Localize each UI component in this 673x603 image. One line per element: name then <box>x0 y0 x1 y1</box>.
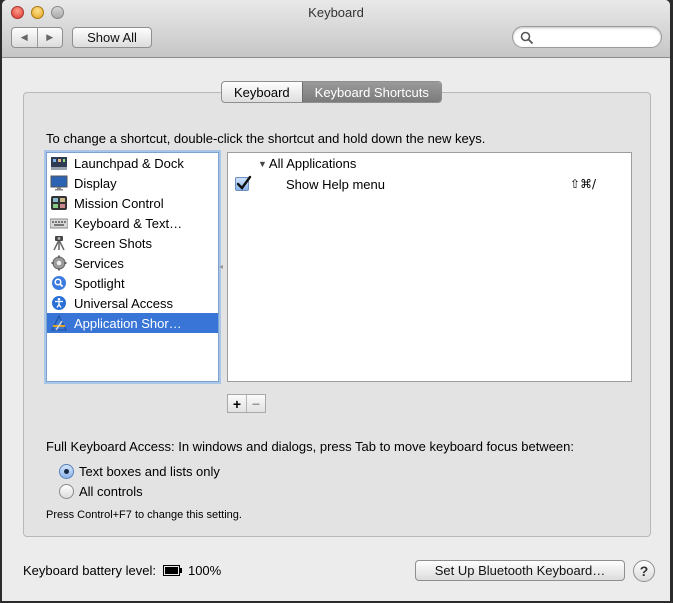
preferences-window: Keyboard ◀ ▶ Show All Keyboard Keyboard … <box>2 0 670 601</box>
tab-keyboard-shortcuts[interactable]: Keyboard Shortcuts <box>301 82 441 102</box>
battery-level: Keyboard battery level: 100% <box>23 563 221 578</box>
title-bar: Keyboard ◀ ▶ Show All <box>2 0 670 58</box>
radio-label: All controls <box>79 483 143 499</box>
category-keyboard-text[interactable]: Keyboard & Text… <box>47 213 218 233</box>
category-services[interactable]: Services <box>47 253 218 273</box>
category-application-shortcuts[interactable]: Application Shor… <box>47 313 218 333</box>
checkmark-icon <box>236 175 252 190</box>
search-input[interactable] <box>537 29 655 45</box>
app-shortcuts-icon <box>50 315 68 331</box>
setup-bluetooth-keyboard-button[interactable]: Set Up Bluetooth Keyboard… <box>415 560 625 581</box>
shortcut-row[interactable]: Show Help menu ⇧⌘/ <box>228 175 631 195</box>
category-display[interactable]: Display <box>47 173 218 193</box>
radio-text-boxes-lists[interactable]: Text boxes and lists only <box>59 462 220 480</box>
category-label: Display <box>74 175 117 191</box>
category-label: Mission Control <box>74 195 164 211</box>
full-keyboard-access-label: Full Keyboard Access: In windows and dia… <box>46 439 574 454</box>
shortcut-enabled-checkbox[interactable] <box>235 175 252 191</box>
window-title: Keyboard <box>308 5 364 20</box>
shortcut-list[interactable]: ▼ All Applications Show Help menu ⇧⌘/ <box>227 152 632 382</box>
add-shortcut-button[interactable]: + <box>228 395 246 412</box>
history-nav: ◀ ▶ <box>11 27 63 48</box>
category-spotlight[interactable]: Spotlight <box>47 273 218 293</box>
gear-icon <box>50 255 68 271</box>
screenshots-icon <box>50 235 68 251</box>
category-mission-control[interactable]: Mission Control <box>47 193 218 213</box>
radio-all-controls[interactable]: All controls <box>59 482 143 500</box>
forward-icon[interactable]: ▶ <box>36 28 63 47</box>
battery-icon <box>162 565 182 576</box>
radio-button[interactable] <box>59 483 74 499</box>
spotlight-icon <box>50 275 68 291</box>
keyboard-icon <box>50 215 68 231</box>
battery-value: 100% <box>187 563 222 578</box>
radio-button-selected[interactable] <box>59 463 74 479</box>
disclosure-triangle-icon[interactable]: ▼ <box>258 159 267 169</box>
category-label: Keyboard & Text… <box>74 215 183 231</box>
back-icon[interactable]: ◀ <box>12 28 37 47</box>
control-f7-hint: Press Control+F7 to change this setting. <box>46 509 242 521</box>
search-field[interactable] <box>512 26 662 48</box>
shortcut-group-label: All Applications <box>268 156 357 171</box>
shortcut-category-list[interactable]: Launchpad & Dock Display Mission Control… <box>46 152 219 382</box>
launchpad-dock-icon <box>50 155 68 171</box>
tab-bar: Keyboard Keyboard Shortcuts <box>221 81 442 103</box>
category-label: Screen Shots <box>74 235 153 251</box>
display-icon <box>50 175 68 191</box>
category-universal-access[interactable]: Universal Access <box>47 293 218 313</box>
mission-control-icon <box>50 195 68 211</box>
search-icon <box>520 31 534 45</box>
category-label: Spotlight <box>74 275 125 291</box>
radio-label: Text boxes and lists only <box>79 463 220 479</box>
shortcut-group-header[interactable]: ▼ All Applications <box>258 156 356 171</box>
universal-access-icon <box>50 295 68 311</box>
category-screen-shots[interactable]: Screen Shots <box>47 233 218 253</box>
category-label: Launchpad & Dock <box>74 155 184 171</box>
tab-keyboard[interactable]: Keyboard <box>222 82 302 102</box>
help-button[interactable]: ? <box>633 560 655 582</box>
instructions-text: To change a shortcut, double-click the s… <box>46 131 486 146</box>
show-all-button[interactable]: Show All <box>72 27 152 48</box>
remove-shortcut-button[interactable]: − <box>246 395 265 412</box>
add-remove-control: + − <box>227 394 266 413</box>
category-label: Application Shor… <box>74 315 182 331</box>
shortcut-keys[interactable]: ⇧⌘/ <box>570 177 596 191</box>
split-view-handle[interactable]: ◂ <box>219 262 223 271</box>
category-launchpad-dock[interactable]: Launchpad & Dock <box>47 153 218 173</box>
category-label: Universal Access <box>74 295 173 311</box>
battery-label: Keyboard battery level: <box>23 563 156 578</box>
category-label: Services <box>74 255 124 271</box>
shortcut-name: Show Help menu <box>286 177 385 192</box>
